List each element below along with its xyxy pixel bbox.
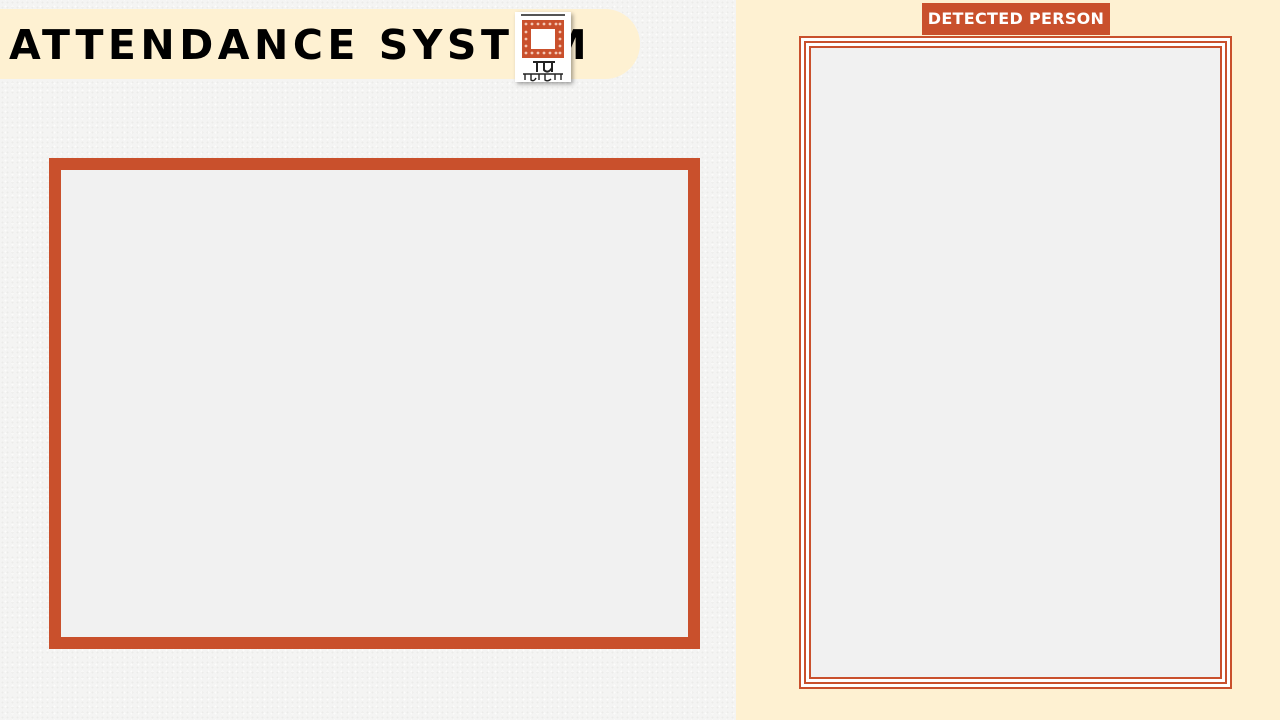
detected-person-label: DETECTED PERSON (922, 3, 1110, 35)
camera-feed (61, 170, 688, 637)
university-logo-icon (515, 12, 571, 82)
camera-feed-frame (49, 158, 700, 649)
detected-person-frame (799, 36, 1232, 689)
app-title: ATTENDANCE SYSTEM (9, 21, 592, 69)
detected-person-panel: DETECTED PERSON (736, 0, 1280, 720)
detected-person-image (809, 46, 1222, 679)
